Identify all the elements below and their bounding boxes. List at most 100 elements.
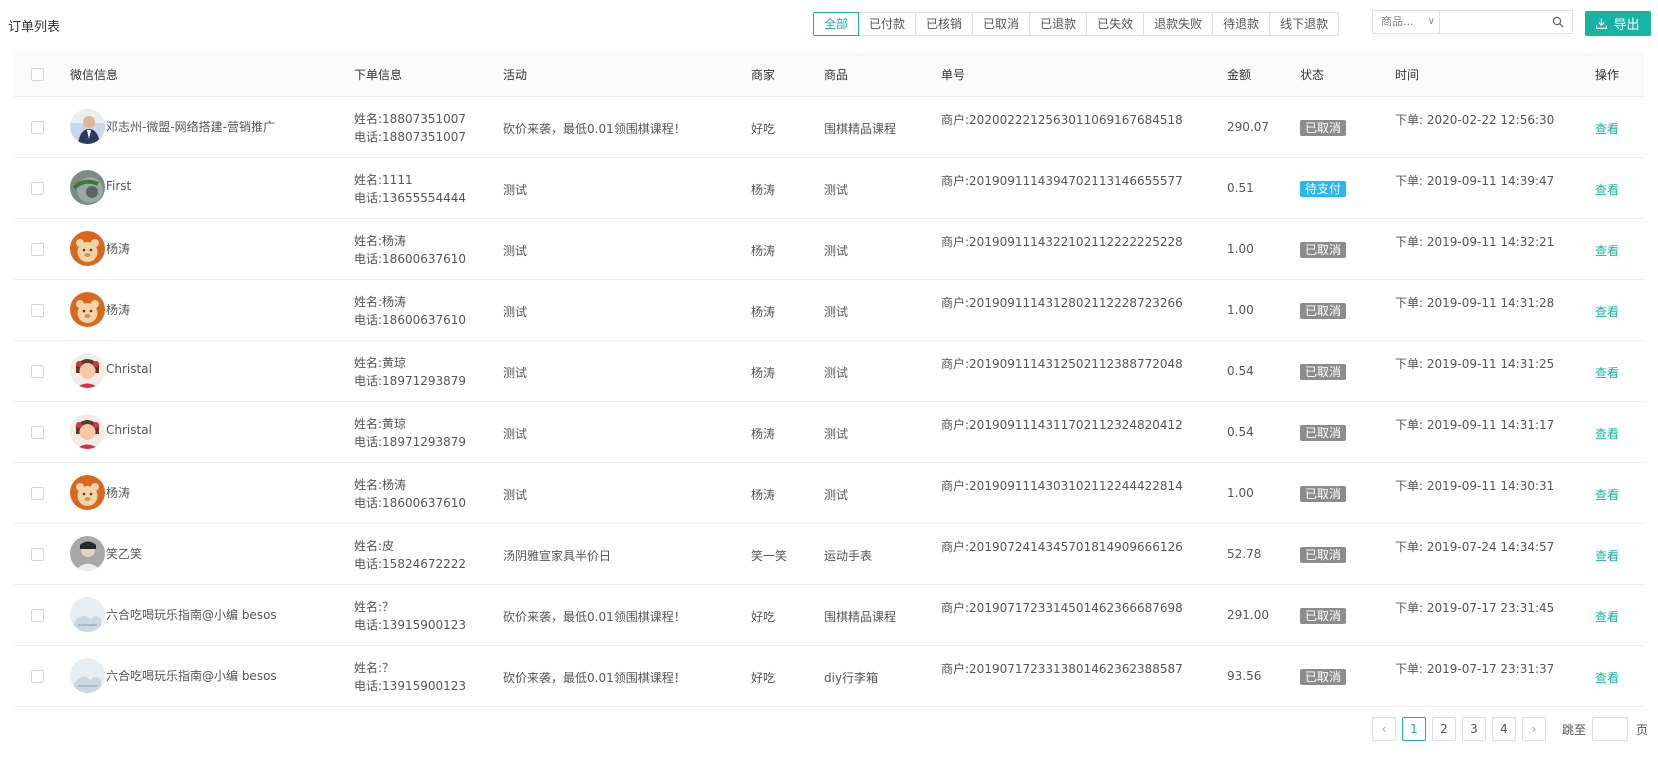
status-badge: 待支付 [1300,181,1347,197]
status-cell: 已取消 [1300,425,1347,441]
order-time: 下单: 2019-07-17 23:31:37 [1395,662,1555,676]
row-checkbox[interactable] [31,670,44,683]
product-name: 围棋精品课程 [824,610,897,624]
filter-tab-2[interactable]: 已核销 [915,12,974,36]
wechat-nickname: First [106,179,132,193]
row-checkbox[interactable] [31,243,44,256]
row-checkbox[interactable] [31,182,44,195]
page-button-4[interactable]: 4 [1492,717,1516,741]
status-cell: 已取消 [1300,303,1347,319]
filter-tab-3[interactable]: 已取消 [972,12,1031,36]
order-info: 姓名:18807351007 电话:18807351007 [354,110,466,146]
order-name: 姓名:杨涛 [354,234,407,248]
filter-tab-1[interactable]: 已付款 [858,12,917,36]
status-badge: 已取消 [1300,303,1347,319]
view-button[interactable]: 查看 [1595,242,1619,259]
table-row: 六合吃喝玩乐指南@小编 besos 姓名:？ 电话:13915900123 砍价来袭，… [14,585,1644,646]
activity-name: 测试 [503,305,528,319]
product-name: 运动手表 [824,549,873,563]
order-info: 姓名:？ 电话:13915900123 [354,598,466,634]
page-button-3[interactable]: 3 [1462,717,1486,741]
next-page-button[interactable]: › [1522,717,1546,741]
view-button[interactable]: 查看 [1595,486,1619,503]
row-checkbox[interactable] [31,609,44,622]
view-button[interactable]: 查看 [1595,608,1619,625]
export-button[interactable]: 导出 [1585,11,1651,36]
search-icon[interactable] [1552,16,1564,28]
avatar [70,292,105,327]
jump-page-input[interactable] [1592,717,1629,741]
order-number: 商户:2019072414345701814909666126 [941,540,1183,554]
order-info: 姓名:杨涛 电话:18600637610 [354,232,466,268]
order-info: 姓名:黄琼 电话:18971293879 [354,354,466,390]
filter-tab-8[interactable]: 线下退款 [1269,12,1340,36]
order-time: 下单: 2020-02-22 12:56:30 [1395,113,1555,127]
order-number: 商户:2019091114322102112222225228 [941,235,1183,249]
wechat-nickname: 邓志州-微盟-网络搭建-营销推广 [106,120,275,134]
activity-name: 砍价来袭，最低0.01领围棋课程！ [503,122,686,136]
header-status: 状态 [1300,68,1325,82]
row-checkbox[interactable] [31,487,44,500]
order-info: 姓名:？ 电话:13915900123 [354,659,466,695]
order-phone: 电话:15824672222 [354,557,467,571]
view-button[interactable]: 查看 [1595,364,1619,381]
order-name: 姓名:黄琼 [354,356,407,370]
avatar [70,475,105,510]
view-button[interactable]: 查看 [1595,425,1619,442]
status-badge: 已取消 [1300,669,1347,685]
filter-tab-6[interactable]: 退款失败 [1143,12,1214,36]
view-button[interactable]: 查看 [1595,120,1619,137]
table-row: Christal 姓名:黄琼 电话:18971293879 测试 杨涛 测试 商户:2019… [14,341,1644,402]
merchant-name: 杨涛 [751,305,776,319]
view-button[interactable]: 查看 [1595,669,1619,686]
order-name: 姓名:？ [354,600,395,614]
status-cell: 已取消 [1300,242,1347,258]
order-number: 商户:202002221256301106916768451​8 [941,113,1183,127]
avatar [70,109,105,144]
view-button[interactable]: 查看 [1595,547,1619,564]
page-button-2[interactable]: 2 [1432,717,1456,741]
search-input[interactable] [1440,11,1560,31]
wechat-nickname: 六合吃喝玩乐指南@小编 besos [106,669,277,683]
prev-page-button[interactable]: ‹ [1372,717,1396,741]
table-row: 杨涛 姓名:杨涛 电话:18600637610 测试 杨涛 测试 商户:2019091114… [14,280,1644,341]
order-name: 姓名:皮 [354,539,395,553]
order-phone: 电话:18600637610 [354,313,467,327]
order-number: 商户:2019071723314501462366687698 [941,601,1183,615]
order-name: 姓名:1111 [354,173,413,187]
row-checkbox[interactable] [31,365,44,378]
filter-tab-4[interactable]: 已退款 [1029,12,1088,36]
order-phone: 电话:13915900123 [354,618,467,632]
table-row: 笑乙笑 姓名:皮 电话:15824672222 汤阴雅宣家具半价日 笑一笑 运动手表 商户:… [14,524,1644,585]
merchant-name: 好吃 [751,671,776,685]
row-checkbox[interactable] [31,548,44,561]
select-all-checkbox[interactable] [31,68,44,81]
order-time: 下单: 2019-09-11 14:31:25 [1395,357,1555,371]
filter-tab-5[interactable]: 已失效 [1086,12,1145,36]
status-cell: 已取消 [1300,486,1347,502]
orders-table: 微信信息 下单信息 活动 商家 商品 单号 金额 状态 时间 操作 邓志州-微盟… [14,53,1644,707]
view-button[interactable]: 查看 [1595,181,1619,198]
header-product: 商品 [824,68,849,82]
merchant-name: 杨涛 [751,244,776,258]
avatar [70,536,105,571]
order-info: 姓名:1111 电话:13655554444 [354,171,466,207]
row-checkbox[interactable] [31,426,44,439]
wechat-nickname: Christal [106,423,152,437]
header-activity: 活动 [503,68,528,82]
filter-tab-7[interactable]: 待退款 [1212,12,1271,36]
wechat-nickname: 笑乙笑 [106,547,143,561]
row-checkbox[interactable] [31,121,44,134]
page-button-1[interactable]: 1 [1402,717,1426,741]
product-name: 测试 [824,427,849,441]
order-amount: 0.54 [1227,364,1254,378]
order-time: 下单: 2019-09-11 14:39:47 [1395,174,1555,188]
search-field-select[interactable]: 商品... ∨ [1372,10,1439,34]
status-badge: 已取消 [1300,242,1347,258]
filter-tab-0[interactable]: 全部 [813,12,860,36]
view-button[interactable]: 查看 [1595,303,1619,320]
row-checkbox[interactable] [31,304,44,317]
order-time: 下单: 2019-09-11 14:32:21 [1395,235,1555,249]
search-input-wrap [1439,10,1573,34]
merchant-name: 杨涛 [751,488,776,502]
